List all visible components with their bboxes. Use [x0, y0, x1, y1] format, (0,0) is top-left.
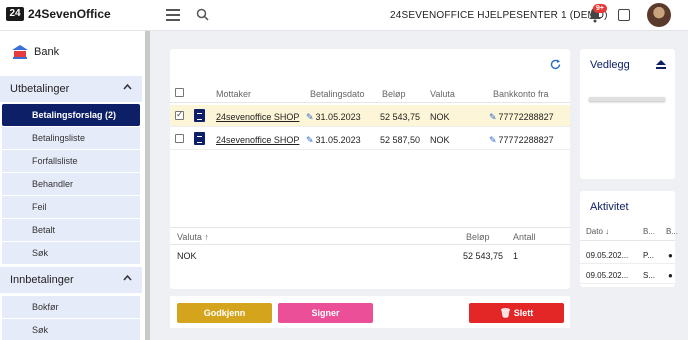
trash-icon: 🗑 [499, 308, 512, 318]
summary-header: Valuta ↑ Beløp Antall [170, 227, 570, 245]
valuta-cell: NOK [430, 112, 450, 122]
sidebar-item-betalingsforslag[interactable]: Betalingsforslag (2) [2, 104, 140, 126]
belop-cell: 52 543,75 [380, 112, 421, 122]
bankkonto-value: 77772288827 [498, 135, 554, 145]
betalingsdato-value: 31.05.2023 [315, 112, 361, 122]
belop-cell: 52 587,50 [380, 135, 421, 145]
avatar[interactable] [647, 3, 671, 27]
aktivitet-panel: Aktivitet Dato ↓ B... B... 09.05.202... … [580, 191, 678, 287]
eject-icon[interactable] [656, 60, 666, 69]
sign-button[interactable]: Signer [278, 303, 373, 323]
bankkonto-cell[interactable]: ✎ 77772288827 [489, 112, 554, 123]
ak-col-b2[interactable]: B... [666, 227, 678, 236]
document-icon[interactable] [194, 132, 205, 145]
ak-b1: P... [643, 251, 654, 260]
sum-antall: 1 [513, 251, 519, 261]
logo-text: 24SevenOffice [28, 7, 111, 21]
sidebar-item-bokfor[interactable]: Bokfør [2, 296, 140, 318]
logo-mark: 24 [6, 7, 24, 21]
edit-icon: ✎ [306, 135, 314, 145]
notification-badge: 9+ [593, 4, 607, 13]
sum-col-valuta-label: Valuta [177, 232, 202, 242]
person-icon: ● [668, 251, 673, 260]
sidebar-item-betalt[interactable]: Betalt [2, 219, 140, 241]
logo[interactable]: 24 24SevenOffice [6, 7, 111, 21]
person-icon: ● [668, 271, 673, 280]
sidebar-scrollbar[interactable] [145, 31, 150, 340]
bankkonto-cell[interactable]: ✎ 77772288827 [489, 135, 554, 146]
betalingsdato-cell[interactable]: ✎ 31.05.2023 [306, 135, 361, 146]
document-icon[interactable] [194, 109, 205, 122]
sidebar: Bank Utbetalinger Betalingsforslag (2) B… [0, 31, 150, 340]
bankkonto-value: 77772288827 [498, 112, 554, 122]
vedlegg-divider [589, 97, 665, 101]
ak-col-b1[interactable]: B... [643, 227, 655, 236]
sum-valuta: NOK [177, 251, 197, 261]
delete-label: Slett [513, 308, 534, 318]
sidebar-header-label: Bank [34, 46, 60, 58]
aktivitet-header: Dato ↓ B... B... [580, 221, 678, 241]
table-header: Mottaker Betalingsdato Beløp Valuta Bank… [170, 83, 570, 103]
col-betalingsdato[interactable]: Betalingsdato [310, 89, 365, 99]
notes-icon[interactable] [618, 9, 630, 21]
table-row[interactable]: 24sevenoffice SHOP ✎ 31.05.2023 52 587,50… [170, 128, 570, 150]
top-bar: 24 24SevenOffice 24SEVENOFFICE HJELPESEN… [0, 0, 688, 31]
ak-b1: S... [643, 271, 656, 280]
aktivitet-row[interactable]: 09.05.202... S... ● [580, 266, 675, 284]
search-icon[interactable] [196, 8, 209, 21]
mottaker-link[interactable]: 24sevenoffice SHOP [216, 135, 299, 145]
sum-belop: 52 543,75 [463, 251, 504, 261]
sum-col-antall[interactable]: Antall [513, 232, 536, 242]
edit-icon: ✎ [489, 112, 497, 122]
delete-button[interactable]: 🗑 Slett [469, 303, 564, 323]
row-checkbox[interactable] [175, 109, 184, 120]
ak-col-dato-label: Dato [586, 227, 603, 236]
ak-dato: 09.05.202... [586, 251, 629, 260]
col-belop[interactable]: Beløp [382, 89, 406, 99]
chevron-up-icon [123, 84, 132, 90]
edit-icon: ✎ [306, 112, 314, 122]
sidebar-item-feil[interactable]: Feil [2, 196, 140, 218]
sum-col-valuta[interactable]: Valuta ↑ [177, 232, 209, 242]
valuta-cell: NOK [430, 135, 450, 145]
row-checkbox[interactable] [175, 134, 184, 143]
betalingsdato-cell[interactable]: ✎ 31.05.2023 [306, 112, 361, 123]
summary-row: NOK 52 543,75 1 [170, 247, 570, 265]
sidebar-header[interactable]: Bank [12, 45, 59, 59]
ak-dato: 09.05.202... [586, 271, 629, 280]
vedlegg-panel: Vedlegg [580, 49, 675, 179]
sidebar-item-betalingsliste[interactable]: Betalingsliste [2, 127, 140, 149]
edit-icon: ✎ [489, 135, 497, 145]
company-name[interactable]: 24SEVENOFFICE HJELPESENTER 1 (DEMO) [390, 10, 608, 21]
aktivitet-row[interactable]: 09.05.202... P... ● [580, 246, 675, 264]
sort-asc-icon: ↑ [204, 232, 209, 242]
col-bankkonto[interactable]: Bankkonto fra [493, 89, 549, 99]
bank-icon [12, 45, 28, 59]
ak-col-dato[interactable]: Dato ↓ [586, 227, 609, 236]
action-bar: Godkjenn Signer 🗑 Slett [170, 296, 570, 328]
sidebar-item-forfallsliste[interactable]: Forfallsliste [2, 150, 140, 172]
group-label: Utbetalinger [10, 83, 70, 95]
table-row[interactable]: 24sevenoffice SHOP ✎31.05.2023 52 543,75… [170, 105, 570, 127]
sidebar-group-innbetalinger[interactable]: Innbetalinger [0, 267, 142, 293]
sort-desc-icon: ↓ [605, 227, 610, 236]
mottaker-link[interactable]: 24sevenoffice SHOP [216, 112, 299, 122]
vedlegg-title: Vedlegg [590, 59, 630, 71]
sidebar-group-utbetalinger[interactable]: Utbetalinger [0, 76, 142, 102]
select-all-checkbox[interactable] [175, 88, 184, 97]
col-valuta[interactable]: Valuta [430, 89, 455, 99]
aktivitet-title: Aktivitet [590, 201, 629, 213]
betalingsdato-value: 31.05.2023 [315, 135, 361, 145]
hamburger-menu-icon[interactable] [166, 9, 180, 21]
approve-button[interactable]: Godkjenn [177, 303, 272, 323]
refresh-icon[interactable] [550, 59, 561, 70]
group-label: Innbetalinger [10, 274, 74, 286]
sidebar-item-behandler[interactable]: Behandler [2, 173, 140, 195]
sidebar-item-sok[interactable]: Søk [2, 242, 140, 264]
sum-col-belop[interactable]: Beløp [466, 232, 490, 242]
sidebar-item-sok-innbetalinger[interactable]: Søk [2, 319, 140, 340]
col-mottaker[interactable]: Mottaker [216, 89, 251, 99]
payment-proposal-card: Mottaker Betalingsdato Beløp Valuta Bank… [170, 49, 570, 289]
chevron-up-icon [123, 275, 132, 281]
